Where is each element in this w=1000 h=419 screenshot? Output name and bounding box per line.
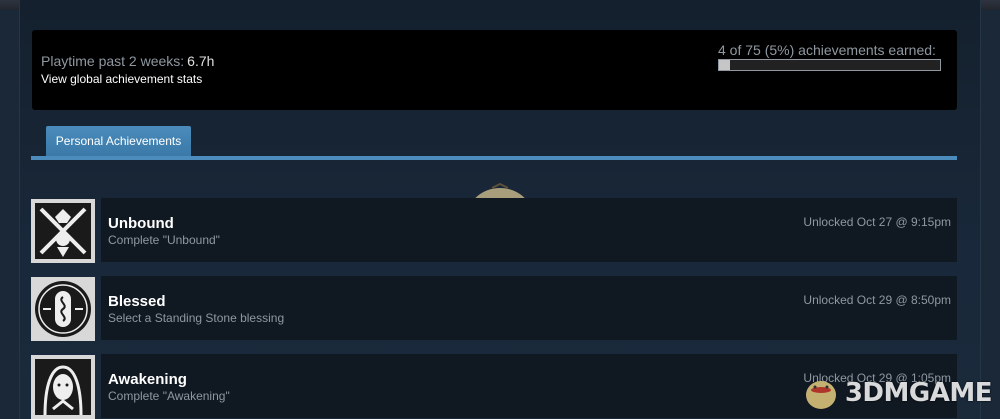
global-stats-link[interactable]: View global achievement stats [41,72,202,86]
watermark-text: 3DMGAME [844,378,993,408]
watermark-mascot-icon [805,381,836,409]
site-watermark: 3DMGAME [801,373,993,413]
achievements-earned-text: 4 of 75 (5%) achievements earned: [718,42,936,58]
playtime-value: 6.7h [187,53,215,69]
achievement-description: Complete "Unbound" [108,233,220,247]
achievement-unlock-date: Unlocked Oct 29 @ 8:50pm [803,293,951,307]
playtime-text: Playtime past 2 weeks: 6.7h [41,53,214,69]
achievement-description: Select a Standing Stone blessing [108,311,285,325]
blessed-icon [31,277,95,341]
playtime-label: Playtime past 2 weeks: [41,53,185,69]
achievement-progress-fill [719,60,731,70]
tab-underline [31,156,957,160]
unbound-icon [31,199,95,263]
achievement-row: Blessed Select a Standing Stone blessing… [31,276,957,341]
achievement-title: Awakening [108,371,187,388]
achievement-description: Complete "Awakening" [108,389,230,403]
achievement-progress-bar [718,59,941,71]
achievement-unlock-date: Unlocked Oct 27 @ 9:15pm [803,215,951,229]
achievement-info: Blessed Select a Standing Stone blessing… [101,276,957,340]
achievement-title: Blessed [108,293,166,310]
achievement-info: Unbound Complete "Unbound" Unlocked Oct … [101,198,957,262]
achievement-title: Unbound [108,215,174,232]
achievement-row: Unbound Complete "Unbound" Unlocked Oct … [31,198,957,263]
awakening-icon [31,355,95,419]
achievement-summary-panel: Playtime past 2 weeks: 6.7h View global a… [32,30,957,110]
tab-personal-achievements[interactable]: Personal Achievements [46,126,191,156]
